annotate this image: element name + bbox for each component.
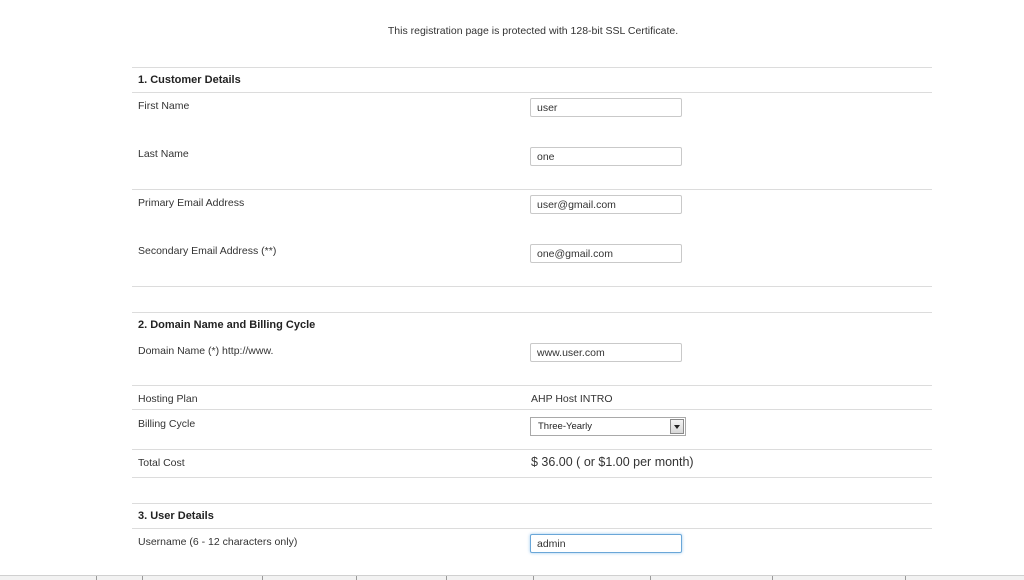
first-name-input[interactable] [530, 98, 682, 117]
section-title-user-details: 3. User Details [138, 510, 214, 522]
total-cost-label: Total Cost [138, 457, 185, 469]
section-title-domain-billing: 2. Domain Name and Billing Cycle [138, 319, 316, 331]
first-name-label: First Name [138, 100, 190, 112]
strip-tick [772, 576, 773, 580]
primary-email-label: Primary Email Address [138, 197, 245, 209]
divider [132, 312, 932, 313]
hosting-plan-label: Hosting Plan [138, 393, 198, 405]
ssl-notice: This registration page is protected with… [387, 25, 679, 37]
strip-tick [650, 576, 651, 580]
divider [132, 528, 932, 529]
strip-tick [356, 576, 357, 580]
secondary-email-label: Secondary Email Address (**) [138, 245, 277, 257]
total-cost-value: $ 36.00 ( or $1.00 per month) [531, 455, 694, 469]
divider [132, 385, 932, 386]
divider [132, 477, 932, 478]
divider [132, 67, 932, 68]
strip-tick [142, 576, 143, 580]
chevron-down-icon [674, 425, 680, 429]
divider [132, 409, 932, 410]
username-input[interactable] [530, 534, 682, 553]
hosting-plan-value: AHP Host INTRO [531, 393, 613, 405]
domain-name-input[interactable] [530, 343, 682, 362]
divider [132, 286, 932, 287]
billing-cycle-select[interactable]: Three-Yearly [530, 417, 686, 436]
strip-tick [905, 576, 906, 580]
divider [132, 189, 932, 190]
bottom-scroll-strip [0, 575, 1024, 580]
divider [132, 503, 932, 504]
domain-name-label: Domain Name (*) http://www. [138, 345, 274, 357]
primary-email-input[interactable] [530, 195, 682, 214]
strip-tick [446, 576, 447, 580]
strip-tick [533, 576, 534, 580]
registration-page: This registration page is protected with… [0, 0, 1024, 580]
strip-tick [96, 576, 97, 580]
select-dropdown-button[interactable] [670, 419, 684, 434]
billing-cycle-label: Billing Cycle [138, 418, 196, 430]
last-name-label: Last Name [138, 148, 189, 160]
strip-tick [262, 576, 263, 580]
divider [132, 92, 932, 93]
secondary-email-input[interactable] [530, 244, 682, 263]
username-label: Username (6 - 12 characters only) [138, 536, 298, 548]
last-name-input[interactable] [530, 147, 682, 166]
billing-cycle-selected: Three-Yearly [538, 421, 593, 432]
divider [132, 449, 932, 450]
section-title-customer-details: 1. Customer Details [138, 74, 241, 86]
